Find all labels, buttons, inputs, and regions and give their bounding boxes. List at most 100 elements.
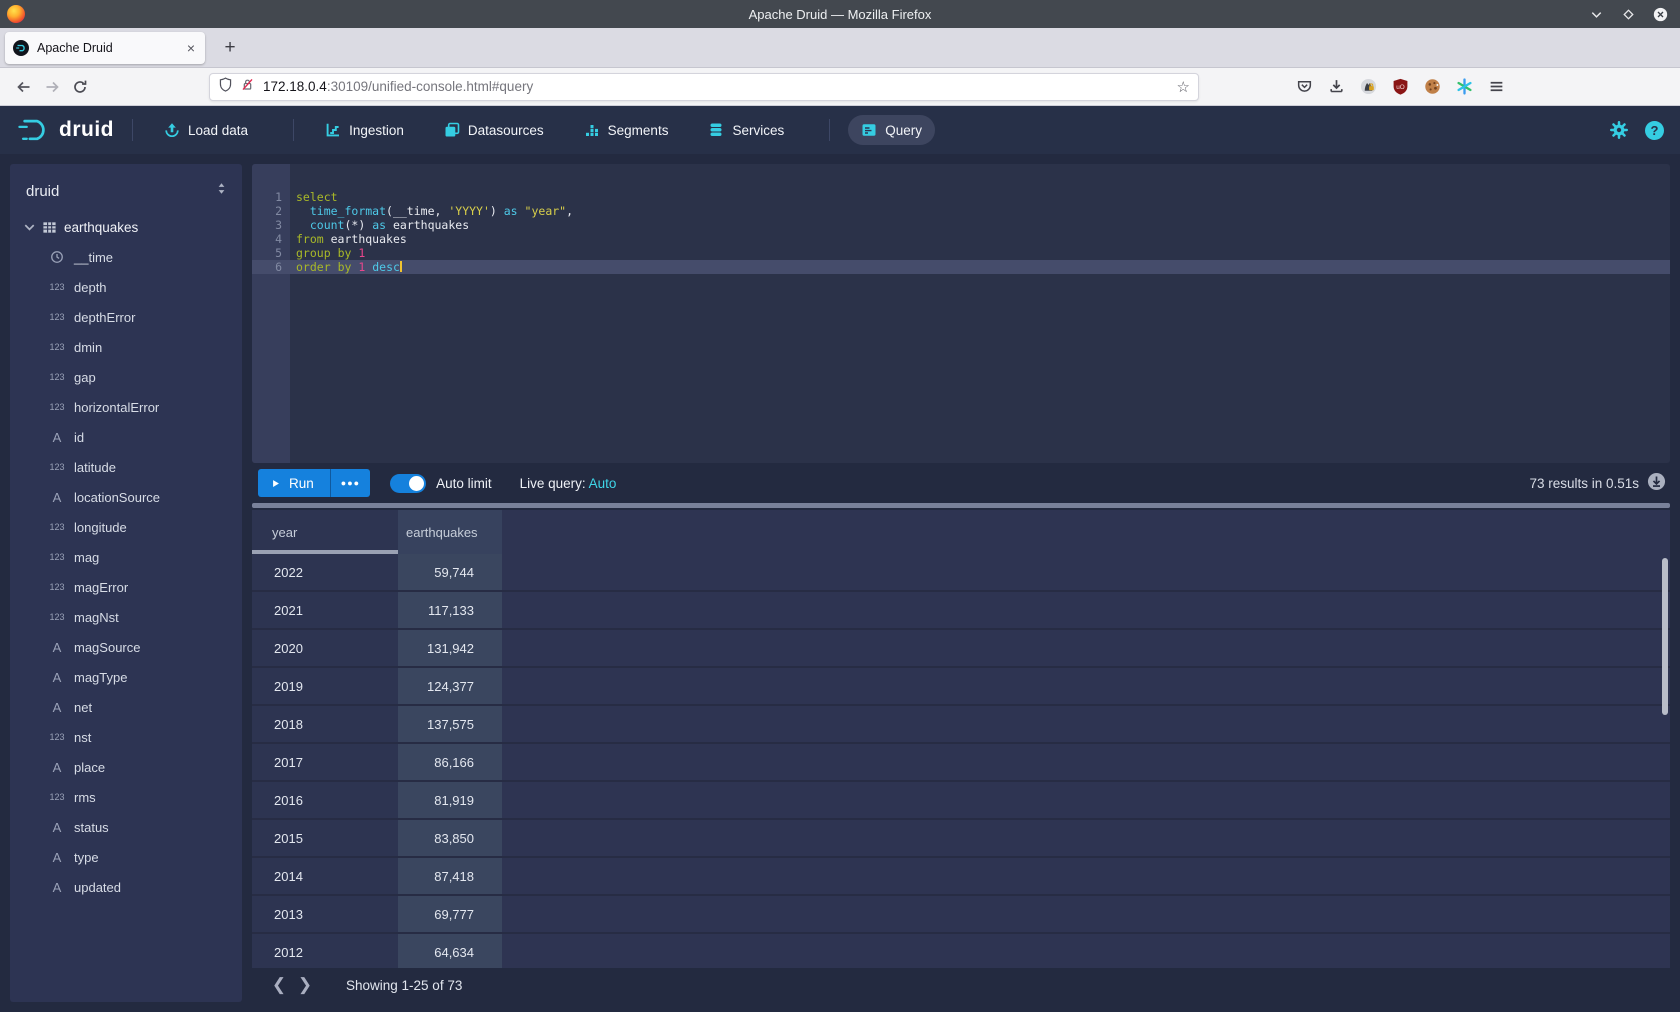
- pocket-icon[interactable]: [1295, 78, 1313, 96]
- prev-page-icon[interactable]: ❮: [266, 972, 292, 998]
- datasources-icon: [444, 122, 460, 138]
- sort-carets-icon[interactable]: [215, 182, 228, 200]
- table-row: 2020131,942: [252, 630, 1670, 668]
- cell-earthquakes[interactable]: 87,418: [398, 858, 502, 894]
- chevron-down-icon[interactable]: [1588, 6, 1604, 22]
- live-query-value[interactable]: Auto: [589, 476, 617, 491]
- cell-year[interactable]: 2016: [252, 782, 398, 818]
- sidebar-column-place[interactable]: Aplace: [10, 752, 242, 782]
- cell-year[interactable]: 2020: [252, 630, 398, 666]
- gear-icon[interactable]: [1609, 120, 1629, 140]
- cell-earthquakes[interactable]: 137,575: [398, 706, 502, 742]
- cell-earthquakes[interactable]: 59,744: [398, 554, 502, 590]
- cell-earthquakes[interactable]: 117,133: [398, 592, 502, 628]
- ublock-origin-icon[interactable]: uO: [1391, 78, 1409, 96]
- downloads-icon[interactable]: [1327, 78, 1345, 96]
- sidebar-column-depth[interactable]: 123depth: [10, 272, 242, 302]
- cell-year[interactable]: 2022: [252, 554, 398, 590]
- cell-year[interactable]: 2014: [252, 858, 398, 894]
- code-line-1[interactable]: 1select: [252, 190, 1670, 204]
- cell-earthquakes[interactable]: 69,777: [398, 896, 502, 932]
- maximize-diamond-icon[interactable]: [1620, 6, 1636, 22]
- cell-earthquakes[interactable]: 64,634: [398, 934, 502, 968]
- cell-earthquakes[interactable]: 81,919: [398, 782, 502, 818]
- reload-icon[interactable]: [66, 73, 94, 101]
- forward-icon[interactable]: [38, 73, 66, 101]
- cell-earthquakes[interactable]: 124,377: [398, 668, 502, 704]
- code-line-5[interactable]: 5group by 1: [252, 246, 1670, 260]
- privacy-extension-icon[interactable]: [1359, 78, 1377, 96]
- druid-logo[interactable]: druid: [16, 117, 114, 144]
- menu-icon[interactable]: [1487, 78, 1505, 96]
- nav-item-query[interactable]: Query: [848, 115, 935, 145]
- cell-year[interactable]: 2017: [252, 744, 398, 780]
- cell-year[interactable]: 2012: [252, 934, 398, 968]
- tab-close-icon[interactable]: ×: [185, 40, 197, 56]
- nav-item-ingestion[interactable]: Ingestion: [312, 115, 417, 145]
- line-number: 3: [252, 218, 282, 232]
- sidebar-column-magType[interactable]: AmagType: [10, 662, 242, 692]
- sidebar-column-mag[interactable]: 123mag: [10, 542, 242, 572]
- column-header-earthquakes[interactable]: earthquakes: [398, 510, 502, 554]
- sidebar-column-depthError[interactable]: 123depthError: [10, 302, 242, 332]
- chevron-down-icon[interactable]: [22, 220, 42, 235]
- cell-earthquakes[interactable]: 83,850: [398, 820, 502, 856]
- sidebar-column-gap[interactable]: 123gap: [10, 362, 242, 392]
- live-query[interactable]: Live query: Auto: [520, 476, 617, 491]
- sidebar-column-__time[interactable]: __time: [10, 242, 242, 272]
- sidebar-column-latitude[interactable]: 123latitude: [10, 452, 242, 482]
- url-text[interactable]: 172.18.0.4:30109/unified-console.html#qu…: [263, 79, 1177, 94]
- sidebar-column-nst[interactable]: 123nst: [10, 722, 242, 752]
- run-button[interactable]: Run: [258, 469, 330, 497]
- sidebar-table-earthquakes[interactable]: earthquakes: [10, 212, 242, 242]
- download-results-icon[interactable]: [1647, 472, 1666, 494]
- tab-apache-druid[interactable]: Apache Druid ×: [5, 32, 205, 64]
- code-line-4[interactable]: 4from earthquakes: [252, 232, 1670, 246]
- nav-item-segments[interactable]: Segments: [571, 115, 682, 145]
- cookie-extension-icon[interactable]: [1423, 78, 1441, 96]
- sidebar-column-rms[interactable]: 123rms: [10, 782, 242, 812]
- sql-editor[interactable]: 1select2 time_format(__time, 'YYYY') as …: [252, 164, 1670, 463]
- cell-year[interactable]: 2018: [252, 706, 398, 742]
- nav-item-datasources[interactable]: Datasources: [431, 115, 557, 145]
- sidebar-column-magSource[interactable]: AmagSource: [10, 632, 242, 662]
- code-line-6[interactable]: 6order by 1 desc: [252, 260, 1670, 274]
- sidebar-column-status[interactable]: Astatus: [10, 812, 242, 842]
- run-more-button[interactable]: ●●●: [330, 469, 370, 497]
- help-icon[interactable]: ?: [1645, 121, 1664, 140]
- cell-year[interactable]: 2021: [252, 592, 398, 628]
- horizontal-scrollbar[interactable]: [252, 503, 1670, 508]
- sidebar-column-locationSource[interactable]: AlocationSource: [10, 482, 242, 512]
- sidebar-column-net[interactable]: Anet: [10, 692, 242, 722]
- sidebar-column-dmin[interactable]: 123dmin: [10, 332, 242, 362]
- vertical-scrollbar[interactable]: [1662, 558, 1668, 715]
- sidebar-column-type[interactable]: Atype: [10, 842, 242, 872]
- tracking-shield-icon[interactable]: [218, 77, 233, 97]
- cell-year[interactable]: 2019: [252, 668, 398, 704]
- sidebar-column-longitude[interactable]: 123longitude: [10, 512, 242, 542]
- close-icon[interactable]: [1652, 6, 1668, 22]
- asterisk-extension-icon[interactable]: [1455, 78, 1473, 96]
- next-page-icon[interactable]: ❯: [292, 972, 318, 998]
- sidebar-column-updated[interactable]: Aupdated: [10, 872, 242, 902]
- sidebar-column-magNst[interactable]: 123magNst: [10, 602, 242, 632]
- cell-earthquakes[interactable]: 131,942: [398, 630, 502, 666]
- insecure-lock-icon[interactable]: [240, 77, 255, 97]
- back-icon[interactable]: [10, 73, 38, 101]
- sidebar-column-horizontalError[interactable]: 123horizontalError: [10, 392, 242, 422]
- cell-year[interactable]: 2015: [252, 820, 398, 856]
- new-tab-button[interactable]: +: [217, 35, 243, 61]
- sidebar-column-id[interactable]: Aid: [10, 422, 242, 452]
- code-line-2[interactable]: 2 time_format(__time, 'YYYY') as "year",: [252, 204, 1670, 218]
- cell-year[interactable]: 2013: [252, 896, 398, 932]
- code-line-3[interactable]: 3 count(*) as earthquakes: [252, 218, 1670, 232]
- cell-earthquakes[interactable]: 86,166: [398, 744, 502, 780]
- nav-item-services[interactable]: Services: [695, 115, 797, 145]
- nav-item-load-data[interactable]: Load data: [151, 115, 261, 145]
- auto-limit-toggle[interactable]: [390, 474, 426, 493]
- column-header-year[interactable]: year: [252, 510, 398, 554]
- column-name: nst: [74, 730, 91, 745]
- sidebar-column-magError[interactable]: 123magError: [10, 572, 242, 602]
- bookmark-star-icon[interactable]: ☆: [1177, 78, 1190, 96]
- url-bar[interactable]: 172.18.0.4:30109/unified-console.html#qu…: [209, 73, 1199, 101]
